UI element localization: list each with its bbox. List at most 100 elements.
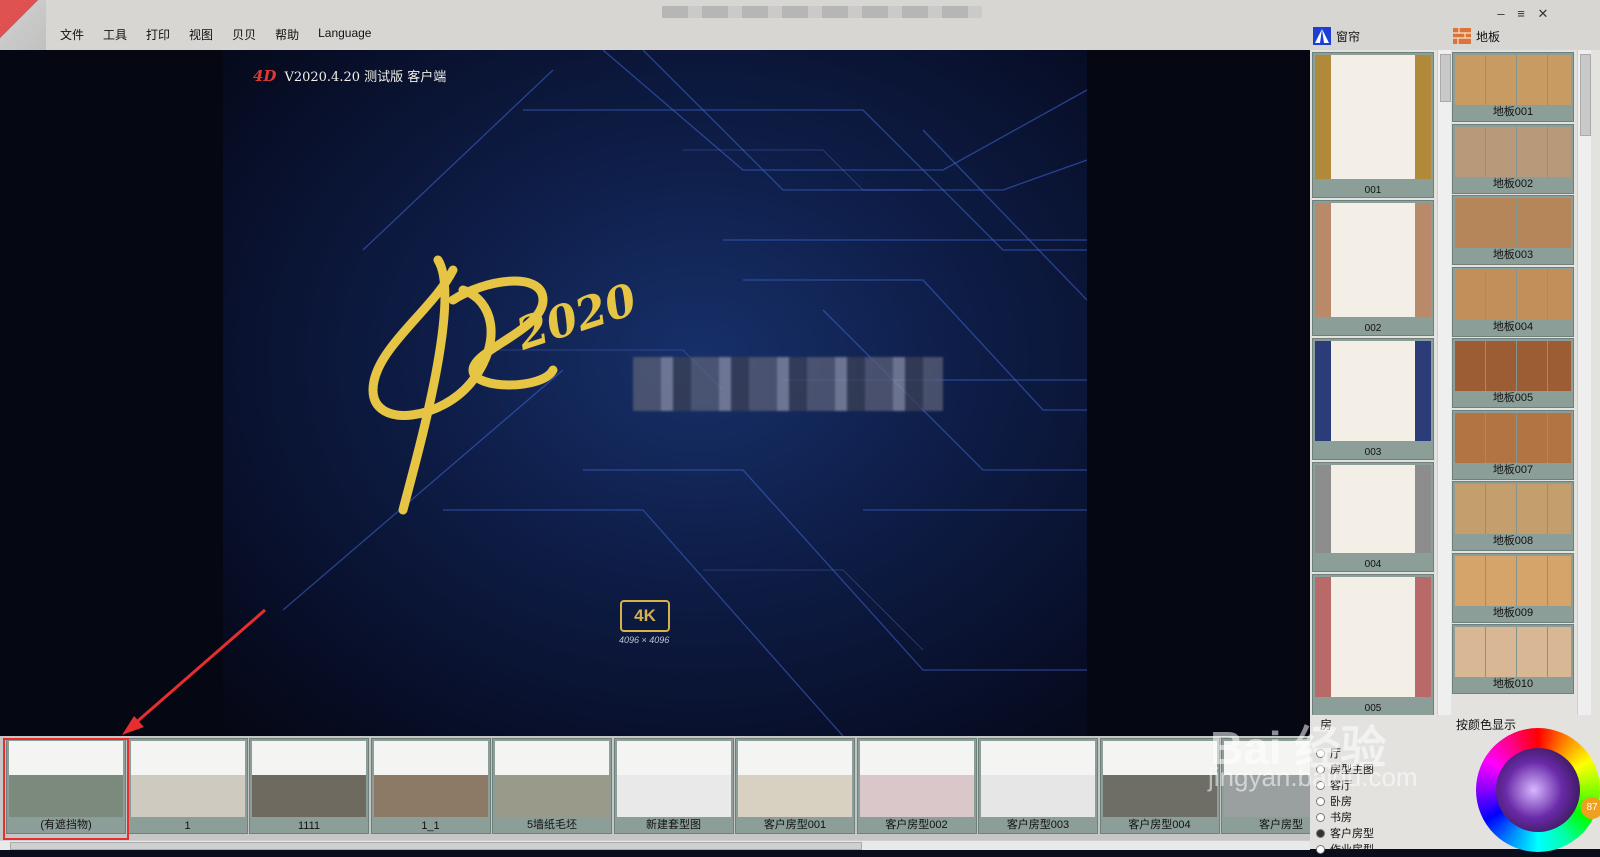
curtain-item[interactable]: 002: [1312, 200, 1434, 336]
floor-label: 地板009: [1492, 606, 1534, 619]
floor-item[interactable]: 地板004: [1452, 266, 1574, 337]
room-thumbnail[interactable]: 客户房型003: [978, 738, 1098, 834]
selected-room-highlight: [3, 738, 129, 840]
minimize-button[interactable]: –: [1492, 6, 1510, 21]
room-type-label: 卧房: [1330, 796, 1352, 808]
floor-label: 地板008: [1492, 535, 1534, 547]
curtain-item[interactable]: 003: [1312, 338, 1434, 460]
room-preview: [738, 741, 852, 817]
curtain-scrollbar[interactable]: [1437, 50, 1451, 715]
room-preview: [981, 741, 1095, 817]
floor-scroll-thumb[interactable]: [1580, 54, 1591, 136]
close-button[interactable]: ✕: [1534, 6, 1552, 22]
floor-label: 地板010: [1492, 678, 1534, 690]
room-label: 客户房型003: [1006, 819, 1070, 831]
floor-label: 地板001: [1492, 106, 1534, 118]
color-wheel-center[interactable]: [1496, 748, 1580, 832]
resolution-badge: 4K: [620, 600, 670, 632]
room-preview: [373, 741, 488, 817]
radio-icon[interactable]: [1316, 844, 1325, 854]
app-logo: [0, 0, 46, 50]
menu-beibei[interactable]: 贝贝: [232, 26, 256, 43]
curtain-thumbnail: [1315, 577, 1431, 697]
room-label: 5墙纸毛坯: [526, 819, 578, 831]
room-type-option[interactable]: 书房: [1316, 809, 1374, 825]
floor-item[interactable]: 地板007: [1452, 409, 1574, 480]
version-text: V2020.4.20 测试版 客户端: [284, 70, 447, 85]
floor-item[interactable]: 地板001: [1452, 52, 1574, 122]
room-preview: [252, 741, 366, 817]
room-label: 客户房型001: [763, 819, 827, 831]
brand-mark: 4D: [253, 66, 277, 85]
menu-view[interactable]: 视图: [189, 26, 213, 43]
main-viewport[interactable]: 2020 4D V2020.4.20 测试版 客户端 4K 4096 × 409…: [0, 50, 1310, 736]
room-thumbnail[interactable]: 1111: [249, 738, 369, 834]
curtain-thumbnail: [1315, 203, 1431, 317]
menu-help[interactable]: 帮助: [275, 26, 299, 43]
room-type-option[interactable]: 卧房: [1316, 793, 1374, 809]
menu-language[interactable]: Language: [318, 26, 371, 43]
room-type-label: 作业房型: [1330, 844, 1374, 856]
menu-bar: 文件 工具 打印 视图 贝贝 帮助 Language: [60, 26, 390, 43]
floor-thumbnail: [1455, 555, 1571, 606]
menu-file[interactable]: 文件: [60, 26, 84, 43]
room-type-option[interactable]: 客户房型: [1316, 825, 1374, 841]
floor-thumbnail: [1455, 341, 1571, 391]
floor-label: 地板002: [1492, 177, 1534, 190]
curtain-label: 003: [1364, 447, 1382, 458]
floor-panel-header[interactable]: 地板: [1452, 26, 1500, 46]
floor-thumbnail: [1455, 126, 1571, 177]
room-thumbnail[interactable]: 客户房型001: [735, 738, 855, 834]
curtain-thumbnail: [1315, 55, 1431, 179]
room-preview: [495, 741, 609, 817]
curtain-item[interactable]: 004: [1312, 462, 1434, 572]
color-filter-label: 按颜色显示: [1456, 718, 1517, 732]
room-thumbnail[interactable]: 新建套型图: [613, 738, 734, 834]
curtain-scroll-thumb[interactable]: [1440, 54, 1451, 102]
room-label: 1: [184, 820, 191, 832]
curtain-item[interactable]: 001: [1312, 52, 1434, 198]
radio-icon[interactable]: [1316, 796, 1325, 806]
room-thumbnail[interactable]: 1: [127, 738, 248, 834]
radio-icon[interactable]: [1316, 812, 1325, 822]
room-label: 新建套型图: [646, 819, 701, 831]
floor-scrollbar[interactable]: [1577, 50, 1591, 715]
splash-screen: 2020 4D V2020.4.20 测试版 客户端 4K 4096 × 409…: [223, 50, 1087, 736]
floor-item[interactable]: 地板003: [1452, 195, 1574, 265]
room-thumbnail[interactable]: 客户房型002: [856, 738, 977, 834]
floor-label: 地板007: [1492, 463, 1534, 476]
room-thumbnail[interactable]: 客户房型004: [1099, 738, 1220, 834]
window-title-blurred: [662, 6, 982, 18]
room-preview: [616, 741, 731, 817]
color-value-knob[interactable]: 87: [1581, 797, 1600, 819]
floor-item[interactable]: 地板002: [1452, 123, 1574, 194]
curtain-item[interactable]: 005: [1312, 574, 1434, 715]
floor-item[interactable]: 地板005: [1452, 338, 1574, 408]
curtain-thumbnail: [1315, 465, 1431, 553]
maximize-button[interactable]: ≡: [1512, 6, 1530, 21]
floor-thumbnail: [1455, 55, 1571, 105]
menu-tools[interactable]: 工具: [103, 26, 127, 43]
room-label: 客户房型004: [1128, 819, 1191, 831]
room-type-option[interactable]: 作业房型: [1316, 841, 1374, 857]
resolution-subtext: 4096 × 4096: [619, 635, 670, 645]
room-thumbnail-strip: (有遮挡物) 1 1111 1_1 5墙纸毛坯 新建套型图 客户房型001 客户房型002 客户…: [0, 736, 1341, 840]
curtain-panel-header[interactable]: 窗帘: [1312, 26, 1360, 46]
curtain-thumbnail: [1315, 341, 1431, 441]
floor-item[interactable]: 地板008: [1452, 481, 1574, 551]
menu-print[interactable]: 打印: [146, 26, 170, 43]
room-preview: [859, 741, 974, 817]
floor-thumbnail: [1455, 269, 1571, 320]
version-label: 4D V2020.4.20 测试版 客户端: [253, 66, 447, 86]
radio-icon[interactable]: [1316, 828, 1325, 838]
floor-item[interactable]: 地板009: [1452, 552, 1574, 623]
floor-item[interactable]: 地板010: [1452, 624, 1574, 694]
floor-panel-title: 地板: [1476, 29, 1501, 44]
room-thumbnail[interactable]: 5墙纸毛坯: [492, 738, 612, 834]
curtain-list: 001 002 003 004 005: [1312, 50, 1436, 715]
floor-icon: [1453, 28, 1471, 44]
floor-list: 地板001 地板002 地板003 地板004 地板005 地板007 地板008 地板009…: [1452, 50, 1576, 715]
blurred-tagline: [633, 357, 943, 411]
curtain-label: 002: [1364, 323, 1382, 334]
room-thumbnail[interactable]: 1_1: [370, 738, 491, 834]
